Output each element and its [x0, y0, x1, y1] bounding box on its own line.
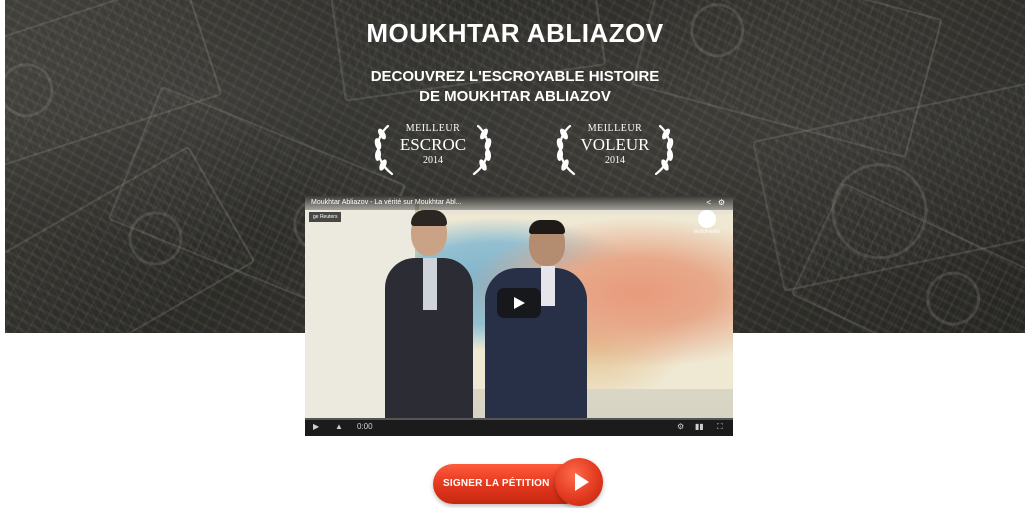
sign-petition-label[interactable]: SIGNER LA PÉTITION: [443, 478, 550, 489]
video-timeline[interactable]: [305, 418, 733, 420]
video-caption: ge Reuters: [309, 212, 342, 222]
award-year: 2014: [605, 155, 625, 166]
award-line2: VOLEUR: [580, 135, 650, 154]
volume-icon[interactable]: ▲: [335, 422, 343, 432]
gear-icon[interactable]: ⚙: [718, 198, 725, 208]
video-person-shirt: [541, 266, 555, 306]
video-person-hair: [411, 210, 447, 226]
award-line1: MEILLEUR: [405, 123, 461, 134]
video-player[interactable]: Moukhtar Abliazov - La vérité sur Moukht…: [305, 196, 733, 436]
gear-icon[interactable]: ⚙: [677, 422, 684, 432]
video-person-shirt: [423, 258, 437, 310]
video-controls: ▶ ▲ 0:00 ⚙ ▮▮ ⛶: [305, 418, 733, 436]
award-text: MEILLEUR ESCROC 2014: [368, 124, 498, 166]
play-arrow-icon[interactable]: [555, 458, 603, 506]
award-badge-escroc: MEILLEUR ESCROC 2014: [368, 120, 498, 180]
subtitle-line: DECOUVREZ L'ESCROYABLE HISTOIRE: [370, 68, 660, 85]
channel-name: euronews: [693, 229, 720, 235]
fullscreen-icon[interactable]: ⛶: [717, 422, 723, 432]
award-line2: ESCROC: [399, 135, 467, 154]
subtitle-line: DE MOUKHTAR ABLIAZOV: [419, 88, 611, 105]
video-title[interactable]: Moukhtar Abliazov - La vérité sur Moukht…: [305, 196, 733, 210]
play-icon[interactable]: ▶: [313, 422, 319, 432]
share-icon[interactable]: <: [706, 198, 711, 208]
video-person-hair: [529, 220, 565, 234]
youtube-logo[interactable]: ▮▮: [695, 422, 704, 432]
euronews-logo: euronews: [687, 210, 727, 235]
page-subtitle: DECOUVREZ L'ESCROYABLE HISTOIRE DE MOUKH…: [5, 67, 1025, 107]
award-line1: MEILLEUR: [587, 123, 643, 134]
award-badge-voleur: MEILLEUR VOLEUR 2014: [550, 120, 680, 180]
page-title: MOUKHTAR ABLIAZOV: [366, 18, 664, 48]
video-time: 0:00: [357, 422, 373, 431]
sign-petition-button[interactable]: SIGNER LA PÉTITION: [433, 458, 603, 506]
euronews-logo-icon: [698, 210, 716, 228]
play-button[interactable]: [497, 288, 541, 318]
award-text: MEILLEUR VOLEUR 2014: [550, 124, 680, 166]
award-year: 2014: [423, 155, 443, 166]
